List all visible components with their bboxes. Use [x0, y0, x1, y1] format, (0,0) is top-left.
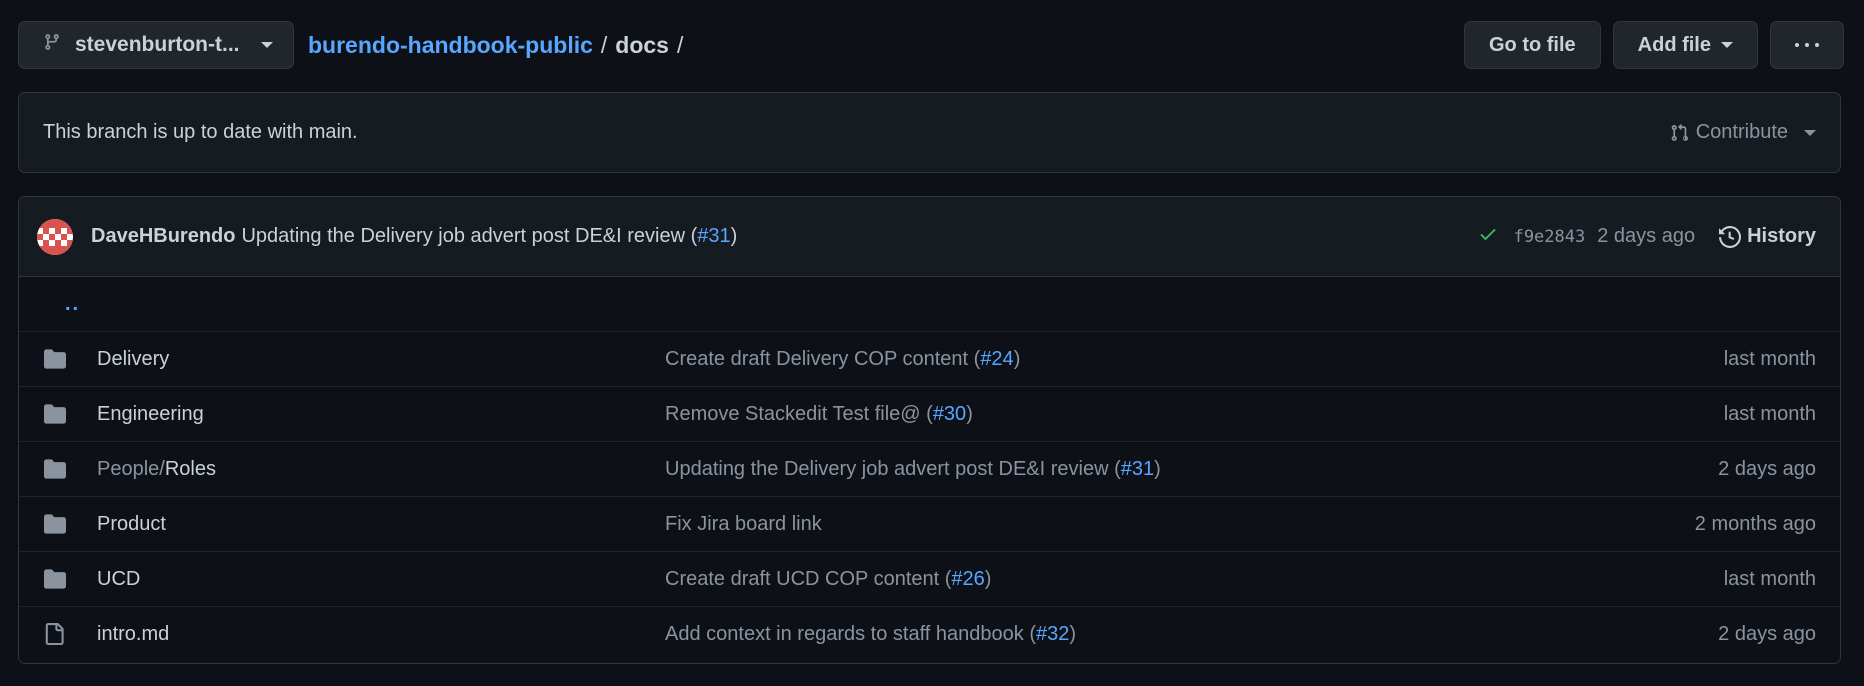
file-name-link[interactable]: People/Roles: [97, 458, 665, 481]
commit-message: Updating the Delivery job advert post DE…: [241, 225, 738, 247]
file-commit-message[interactable]: Create draft UCD COP content (#26): [665, 568, 1724, 591]
add-file-button[interactable]: Add file: [1612, 21, 1758, 69]
file-row[interactable]: intro.md Add context in regards to staff …: [19, 606, 1840, 661]
branch-status-box: This branch is up to date with main. Con…: [18, 92, 1841, 173]
parent-directory-link[interactable]: ..: [43, 293, 80, 316]
commit-author-link[interactable]: DaveHBurendo: [91, 225, 235, 248]
breadcrumb-separator: /: [676, 31, 684, 58]
file-commit-message[interactable]: Add context in regards to staff handbook…: [665, 623, 1718, 646]
file-row[interactable]: People/Roles Updating the Delivery job ad…: [19, 441, 1840, 496]
file-row[interactable]: Product Fix Jira board link 2 months ago: [19, 496, 1840, 551]
more-options-button[interactable]: [1770, 21, 1844, 69]
branch-select-button[interactable]: stevenburton-t...: [18, 21, 294, 69]
file-name-link[interactable]: UCD: [97, 568, 665, 591]
folder-icon: [43, 348, 67, 370]
add-file-label: Add file: [1637, 33, 1711, 56]
file-name[interactable]: Delivery: [97, 348, 169, 370]
history-link[interactable]: History: [1719, 225, 1816, 248]
file-table: DaveHBurendo Updating the Delivery job a…: [18, 196, 1841, 664]
chevron-down-icon: [1804, 129, 1816, 136]
parent-directory-row[interactable]: ..: [19, 277, 1840, 331]
folder-icon: [43, 568, 67, 590]
folder-icon: [43, 458, 67, 480]
file-row[interactable]: Engineering Remove Stackedit Test file@ (…: [19, 386, 1840, 441]
file-row[interactable]: Delivery Create draft Delivery COP conten…: [19, 331, 1840, 386]
file-commit-pr-link[interactable]: #26: [951, 568, 984, 590]
file-name-prefix[interactable]: People/: [97, 458, 165, 480]
file-name[interactable]: Roles: [165, 458, 216, 480]
go-to-file-button[interactable]: Go to file: [1463, 21, 1601, 69]
branch-name: stevenburton-t...: [75, 33, 240, 56]
folder-icon: [43, 403, 67, 425]
file-commit-age: 2 months ago: [1694, 512, 1816, 535]
branch-icon: [43, 32, 61, 58]
repo-toolbar: stevenburton-t... burendo-handbook-publi…: [18, 20, 1844, 70]
contribute-label: Contribute: [1695, 121, 1788, 143]
file-commit-age: 2 days ago: [1718, 457, 1816, 480]
chevron-down-icon: [1721, 42, 1733, 48]
commit-sha-link[interactable]: f9e2843: [1514, 227, 1586, 247]
check-icon[interactable]: [1478, 224, 1498, 250]
history-label: History: [1747, 225, 1816, 247]
file-commit-message[interactable]: Fix Jira board link: [665, 513, 1695, 536]
folder-icon: [43, 513, 67, 535]
file-commit-pr-link[interactable]: #24: [980, 348, 1013, 370]
breadcrumb-separator: /: [600, 31, 608, 58]
file-name[interactable]: intro.md: [97, 623, 169, 645]
file-commit-pr-link[interactable]: #30: [933, 403, 966, 425]
history-icon: [1719, 225, 1742, 248]
file-row[interactable]: UCD Create draft UCD COP content (#26) las…: [19, 551, 1840, 606]
file-commit-message[interactable]: Remove Stackedit Test file@ (#30): [665, 403, 1724, 426]
commit-time: 2 days ago: [1597, 225, 1696, 247]
file-commit-age: last month: [1723, 567, 1816, 590]
file-commit-pr-link[interactable]: #32: [1036, 623, 1069, 645]
top-actions: Go to file Add file: [1463, 21, 1844, 69]
file-commit-age: last month: [1723, 347, 1816, 370]
file-icon: [43, 622, 67, 646]
breadcrumb-current-dir: docs: [615, 31, 669, 58]
file-name-link[interactable]: intro.md: [97, 623, 665, 646]
avatar[interactable]: [37, 218, 73, 255]
commit-meta: f9e2843 2 days ago History: [1478, 224, 1816, 250]
contribute-dropdown[interactable]: Contribute: [1670, 121, 1816, 144]
pull-request-icon: [1671, 123, 1688, 141]
latest-commit-header: DaveHBurendo Updating the Delivery job a…: [19, 197, 1840, 277]
file-name[interactable]: Engineering: [97, 403, 204, 425]
breadcrumb-repo-link[interactable]: burendo-handbook-public: [308, 32, 593, 59]
file-name[interactable]: Product: [97, 513, 166, 535]
file-name-link[interactable]: Delivery: [97, 348, 665, 371]
commit-pr-link[interactable]: #31: [697, 225, 730, 247]
file-commit-age: 2 days ago: [1718, 622, 1816, 645]
file-commit-age: last month: [1723, 402, 1816, 425]
breadcrumb: burendo-handbook-public / docs /: [308, 32, 691, 59]
chevron-down-icon: [261, 42, 273, 48]
file-commit-message[interactable]: Updating the Delivery job advert post DE…: [665, 458, 1718, 481]
file-commit-message[interactable]: Create draft Delivery COP content (#24): [665, 348, 1724, 371]
file-name-link[interactable]: Product: [97, 513, 665, 536]
kebab-horizontal-icon: [1795, 43, 1819, 47]
file-name-link[interactable]: Engineering: [97, 403, 665, 426]
branch-status-text: This branch is up to date with main.: [43, 121, 358, 143]
file-name[interactable]: UCD: [97, 568, 140, 590]
file-commit-pr-link[interactable]: #31: [1121, 458, 1154, 480]
